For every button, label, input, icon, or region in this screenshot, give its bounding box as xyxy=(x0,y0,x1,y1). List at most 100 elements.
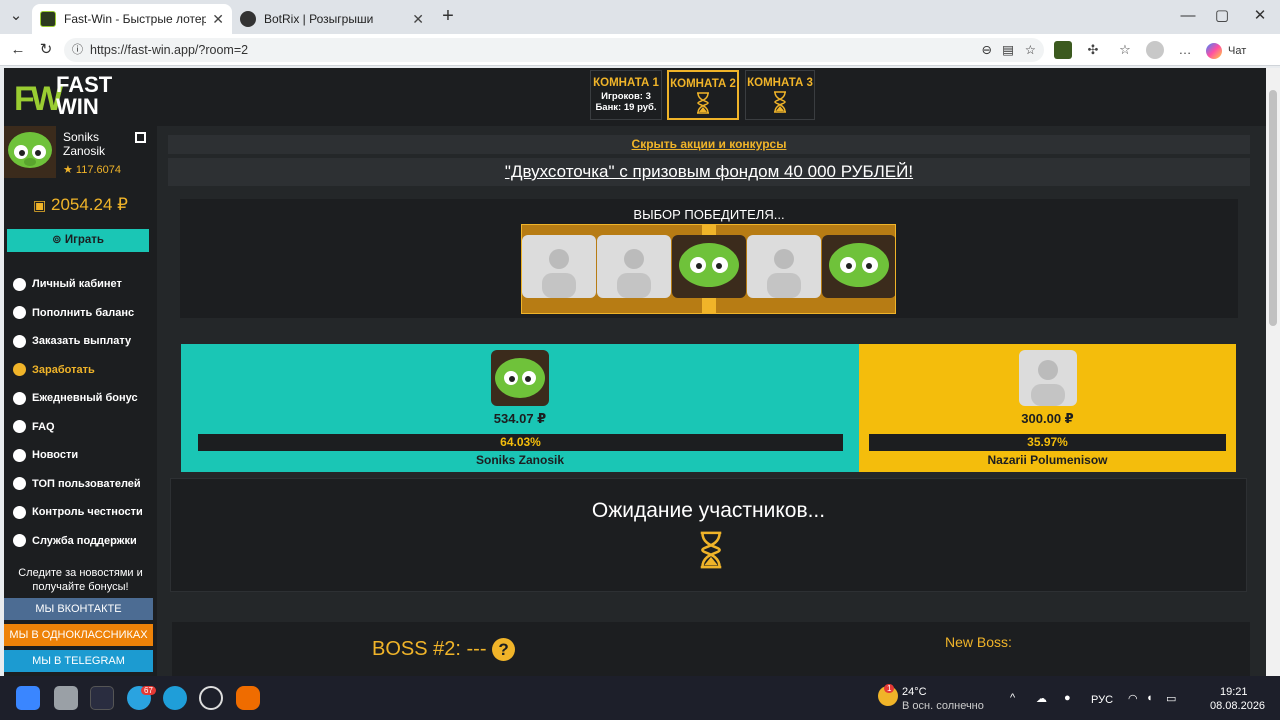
close-window-icon[interactable]: ✕ xyxy=(1250,6,1270,26)
play-label: Играть xyxy=(64,234,105,246)
user-avatar[interactable] xyxy=(4,126,56,178)
close-tab-icon[interactable]: ✕ xyxy=(212,11,224,28)
obs-icon[interactable] xyxy=(199,686,223,710)
sidebar-item-2[interactable]: Заказать выплату xyxy=(4,327,157,356)
roulette-slot xyxy=(597,235,671,298)
close-tab-icon[interactable]: ✕ xyxy=(412,11,424,28)
logo-mark: FW xyxy=(14,80,63,118)
fastwin-logo[interactable]: FW FAST WIN xyxy=(14,74,139,124)
gift-icon xyxy=(13,391,26,405)
cloud-icon[interactable]: ☁ xyxy=(1036,692,1047,705)
ok-button[interactable]: МЫ В ОДНОКЛАССНИКАХ xyxy=(4,624,153,646)
task-view-icon[interactable] xyxy=(54,686,78,710)
sidebar-item-label: Заказать выплату xyxy=(32,335,132,348)
extension-icon[interactable] xyxy=(1054,41,1072,59)
new-boss-label: New Boss: xyxy=(945,634,1012,650)
gamepad-icon: ⊚ xyxy=(51,234,62,246)
play-button[interactable]: ⊚ Играть xyxy=(7,229,149,252)
wifi-icon[interactable]: ◠ xyxy=(1128,692,1138,705)
tray-chevron-icon[interactable]: ^ xyxy=(1010,692,1015,704)
sidebar-item-5[interactable]: FAQ xyxy=(4,413,157,442)
room-title: КОМНАТА 3 xyxy=(747,77,813,89)
reader-icon[interactable]: ▤ xyxy=(1002,38,1014,62)
boss-label: BOSS #2: --- ? xyxy=(372,638,516,662)
promo-link[interactable]: "Двухсоточка" с призовым фондом 40 000 Р… xyxy=(168,158,1250,186)
player-1-name: Soniks Zanosik xyxy=(475,453,565,467)
sidebar-item-4[interactable]: Ежедневный бонус xyxy=(4,384,157,413)
copilot-chat-button[interactable]: Чат xyxy=(1206,42,1266,60)
sidebar-item-label: ТОП пользователей xyxy=(32,477,141,490)
page-scrollbar[interactable] xyxy=(1266,68,1280,676)
room-3-tab[interactable]: КОМНАТА 3 xyxy=(745,70,815,120)
player-2-panel: 300.00 ₽ 35.97% Nazarii Polumenisow xyxy=(859,344,1236,472)
roulette-slot xyxy=(522,235,596,298)
player-1-amount: 534.07 ₽ xyxy=(493,411,547,426)
sidebar-item-6[interactable]: Новости xyxy=(4,441,157,470)
boss-help-icon[interactable]: ? xyxy=(492,638,516,662)
logout-icon[interactable] xyxy=(135,132,146,143)
reload-icon[interactable]: ↻ xyxy=(36,40,56,60)
sidebar-item-1[interactable]: Пополнить баланс xyxy=(4,299,157,328)
telegram-button[interactable]: МЫ В TELEGRAM xyxy=(4,650,153,672)
player-1-panel: 534.07 ₽ 64.03% Soniks Zanosik xyxy=(181,344,859,472)
language-indicator[interactable]: РУС xyxy=(1091,694,1113,706)
user-balance: ▣ 2054.24 ₽ xyxy=(4,195,157,215)
sidebar-item-3[interactable]: Заработать xyxy=(4,356,157,385)
sidebar-item-7[interactable]: ТОП пользователей xyxy=(4,470,157,499)
tab-list-icon[interactable]: ⌄ xyxy=(6,6,26,26)
edge-icon[interactable] xyxy=(163,686,187,710)
microphone-app-icon[interactable] xyxy=(236,686,260,710)
boss-panel: BOSS #2: --- ? New Boss: xyxy=(172,622,1250,676)
briefcase-icon xyxy=(13,277,26,291)
chat-label: Чат xyxy=(1228,45,1247,57)
address-input[interactable]: ⓘ https://fast-win.app/?room=2 ⊖ ▤ ☆ xyxy=(64,38,1044,62)
battery-icon[interactable]: ▭ xyxy=(1166,692,1176,705)
shuffle-icon xyxy=(13,505,26,519)
scrollbar-thumb[interactable] xyxy=(1269,90,1277,326)
sidebar-item-9[interactable]: Служба поддержки xyxy=(4,527,157,556)
profile-avatar-icon[interactable] xyxy=(1146,41,1164,59)
waiting-panel: Ожидание участников... xyxy=(170,478,1247,592)
earn-icon xyxy=(13,363,26,377)
hide-promos-link[interactable]: Скрыть акции и конкурсы xyxy=(168,135,1250,154)
vk-button[interactable]: МЫ ВКОНТАКТЕ xyxy=(4,598,153,620)
sidebar-item-label: Новости xyxy=(32,449,79,462)
browser-tab-fastwin[interactable]: Fast-Win - Быстрые лотереи! Ком ✕ xyxy=(32,4,232,34)
app-icon[interactable] xyxy=(90,686,114,710)
roulette-slot xyxy=(672,235,746,298)
mic-icon[interactable]: ● xyxy=(1064,692,1071,704)
clock-date[interactable]: 08.08.2026 xyxy=(1210,700,1265,712)
sidebar-item-label: FAQ xyxy=(32,420,55,433)
browser-tab-botrix[interactable]: BotRix | Розыгрыши ✕ xyxy=(232,4,432,34)
zoom-icon[interactable]: ⊖ xyxy=(982,38,992,62)
roulette-slot xyxy=(747,235,821,298)
back-icon[interactable]: ← xyxy=(8,40,28,60)
sidebar-item-0[interactable]: Личный кабинет xyxy=(4,270,157,299)
clock-time[interactable]: 19:21 xyxy=(1220,686,1248,698)
minimize-icon[interactable]: — xyxy=(1178,6,1198,26)
sidebar-item-8[interactable]: Контроль честности xyxy=(4,498,157,527)
hourglass-icon xyxy=(700,531,722,569)
start-icon[interactable] xyxy=(16,686,40,710)
telegram-label: МЫ В TELEGRAM xyxy=(32,655,125,667)
new-tab-icon[interactable]: + xyxy=(438,6,458,26)
extensions-puzzle-icon[interactable]: ✣ xyxy=(1084,41,1102,59)
money-icon: ▣ xyxy=(33,197,47,213)
maximize-icon[interactable]: ▢ xyxy=(1212,6,1232,26)
room-2-tab[interactable]: КОМНАТА 2 xyxy=(667,70,739,120)
player-1-share-bar: 64.03% xyxy=(198,434,843,451)
question-icon xyxy=(13,420,26,434)
boss-text: BOSS #2: --- xyxy=(372,638,487,660)
player-2-amount: 300.00 ₽ xyxy=(1021,411,1074,426)
sidebar-item-label: Пополнить баланс xyxy=(32,306,135,319)
fastwin-favicon-icon xyxy=(40,11,56,27)
favorites-icon[interactable]: ☆ xyxy=(1116,41,1134,59)
room-1-tab[interactable]: КОМНАТА 1 Игроков: 3 Банк: 19 руб. xyxy=(590,70,662,120)
more-menu-icon[interactable]: … xyxy=(1176,41,1194,59)
trophy-icon xyxy=(13,477,26,491)
site-info-icon[interactable]: ⓘ xyxy=(72,38,83,62)
favorite-star-icon[interactable]: ☆ xyxy=(1025,38,1036,62)
logo-line1: FAST xyxy=(56,72,113,97)
volume-icon[interactable]: ◖ xyxy=(1146,692,1153,704)
player-1-avatar xyxy=(491,350,549,406)
